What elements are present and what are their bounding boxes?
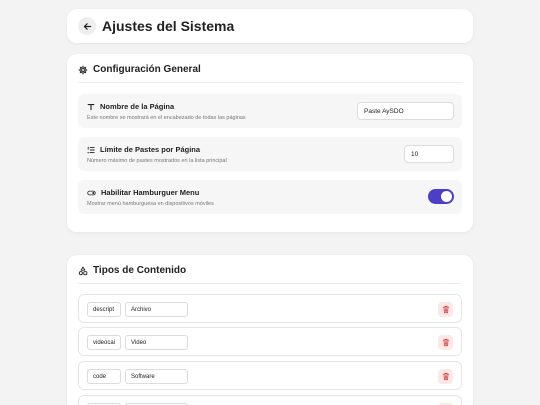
paste-limit-input[interactable]: 10 (404, 145, 454, 163)
general-settings-title: Configuración General (93, 64, 201, 75)
setting-row-hamburger: Habilitar Hamburguer Menu Mostrar menú h… (78, 180, 462, 214)
setting-label: Nombre de la Página (100, 102, 175, 111)
page-title: Ajustes del Sistema (102, 18, 235, 34)
setting-description: Mostrar menú hamburguesa en dispositivos… (87, 201, 214, 207)
toggle-icon (87, 190, 96, 195)
delete-content-type-button[interactable] (438, 335, 453, 350)
content-type-key-input[interactable]: descript (87, 302, 121, 317)
arrow-left-icon (83, 22, 91, 30)
back-button[interactable] (78, 17, 96, 35)
content-types-title: Tipos de Contenido (93, 265, 187, 276)
content-type-row-partial (78, 395, 462, 405)
content-types-heading: Tipos de Contenido (78, 265, 186, 276)
trash-icon (442, 338, 449, 347)
general-settings-card: Configuración General Nombre de la Págin… (67, 54, 473, 232)
text-type-icon (87, 103, 95, 110)
setting-row-paste-limit: Límite de Pastes por Página Número máxim… (78, 137, 462, 171)
setting-description: Este nombre se mostrará en el encabezado… (87, 115, 246, 121)
shapes-icon (78, 266, 88, 275)
delete-content-type-button[interactable] (438, 369, 453, 384)
content-type-key-input[interactable]: videocai (87, 335, 121, 350)
setting-title-hamburger: Habilitar Hamburguer Menu (87, 188, 199, 197)
divider (78, 82, 462, 83)
toggle-knob (441, 191, 452, 202)
setting-row-page-name: Nombre de la Página Este nombre se mostr… (78, 94, 462, 128)
trash-icon (442, 372, 449, 381)
content-types-card: Tipos de Contenido descript Archivo vide… (67, 255, 473, 405)
content-type-name-input[interactable]: Archivo (125, 302, 188, 317)
setting-label: Límite de Pastes por Página (100, 145, 201, 154)
page-name-input[interactable]: Paste AySDO (357, 102, 454, 120)
divider (78, 283, 462, 284)
delete-content-type-button[interactable] (438, 302, 453, 317)
general-settings-heading: Configuración General (78, 64, 201, 75)
gear-icon (78, 65, 88, 74)
trash-icon (442, 305, 449, 314)
setting-description: Número máximo de pastes mostrados en la … (87, 158, 227, 164)
content-type-row: videocai Video (78, 327, 462, 356)
list-numbered-icon (87, 146, 95, 153)
page-header: Ajustes del Sistema (67, 9, 473, 43)
setting-label: Habilitar Hamburguer Menu (101, 188, 200, 197)
setting-title-page-name: Nombre de la Página (87, 102, 174, 111)
hamburger-menu-toggle[interactable] (428, 189, 454, 204)
content-type-row: descript Archivo (78, 294, 462, 323)
content-type-name-input[interactable]: Video (125, 335, 188, 350)
setting-title-paste-limit: Límite de Pastes por Página (87, 145, 200, 154)
content-type-name-input[interactable]: Software (125, 369, 188, 384)
content-type-row: code Software (78, 361, 462, 390)
content-type-key-input[interactable]: code (87, 369, 121, 384)
